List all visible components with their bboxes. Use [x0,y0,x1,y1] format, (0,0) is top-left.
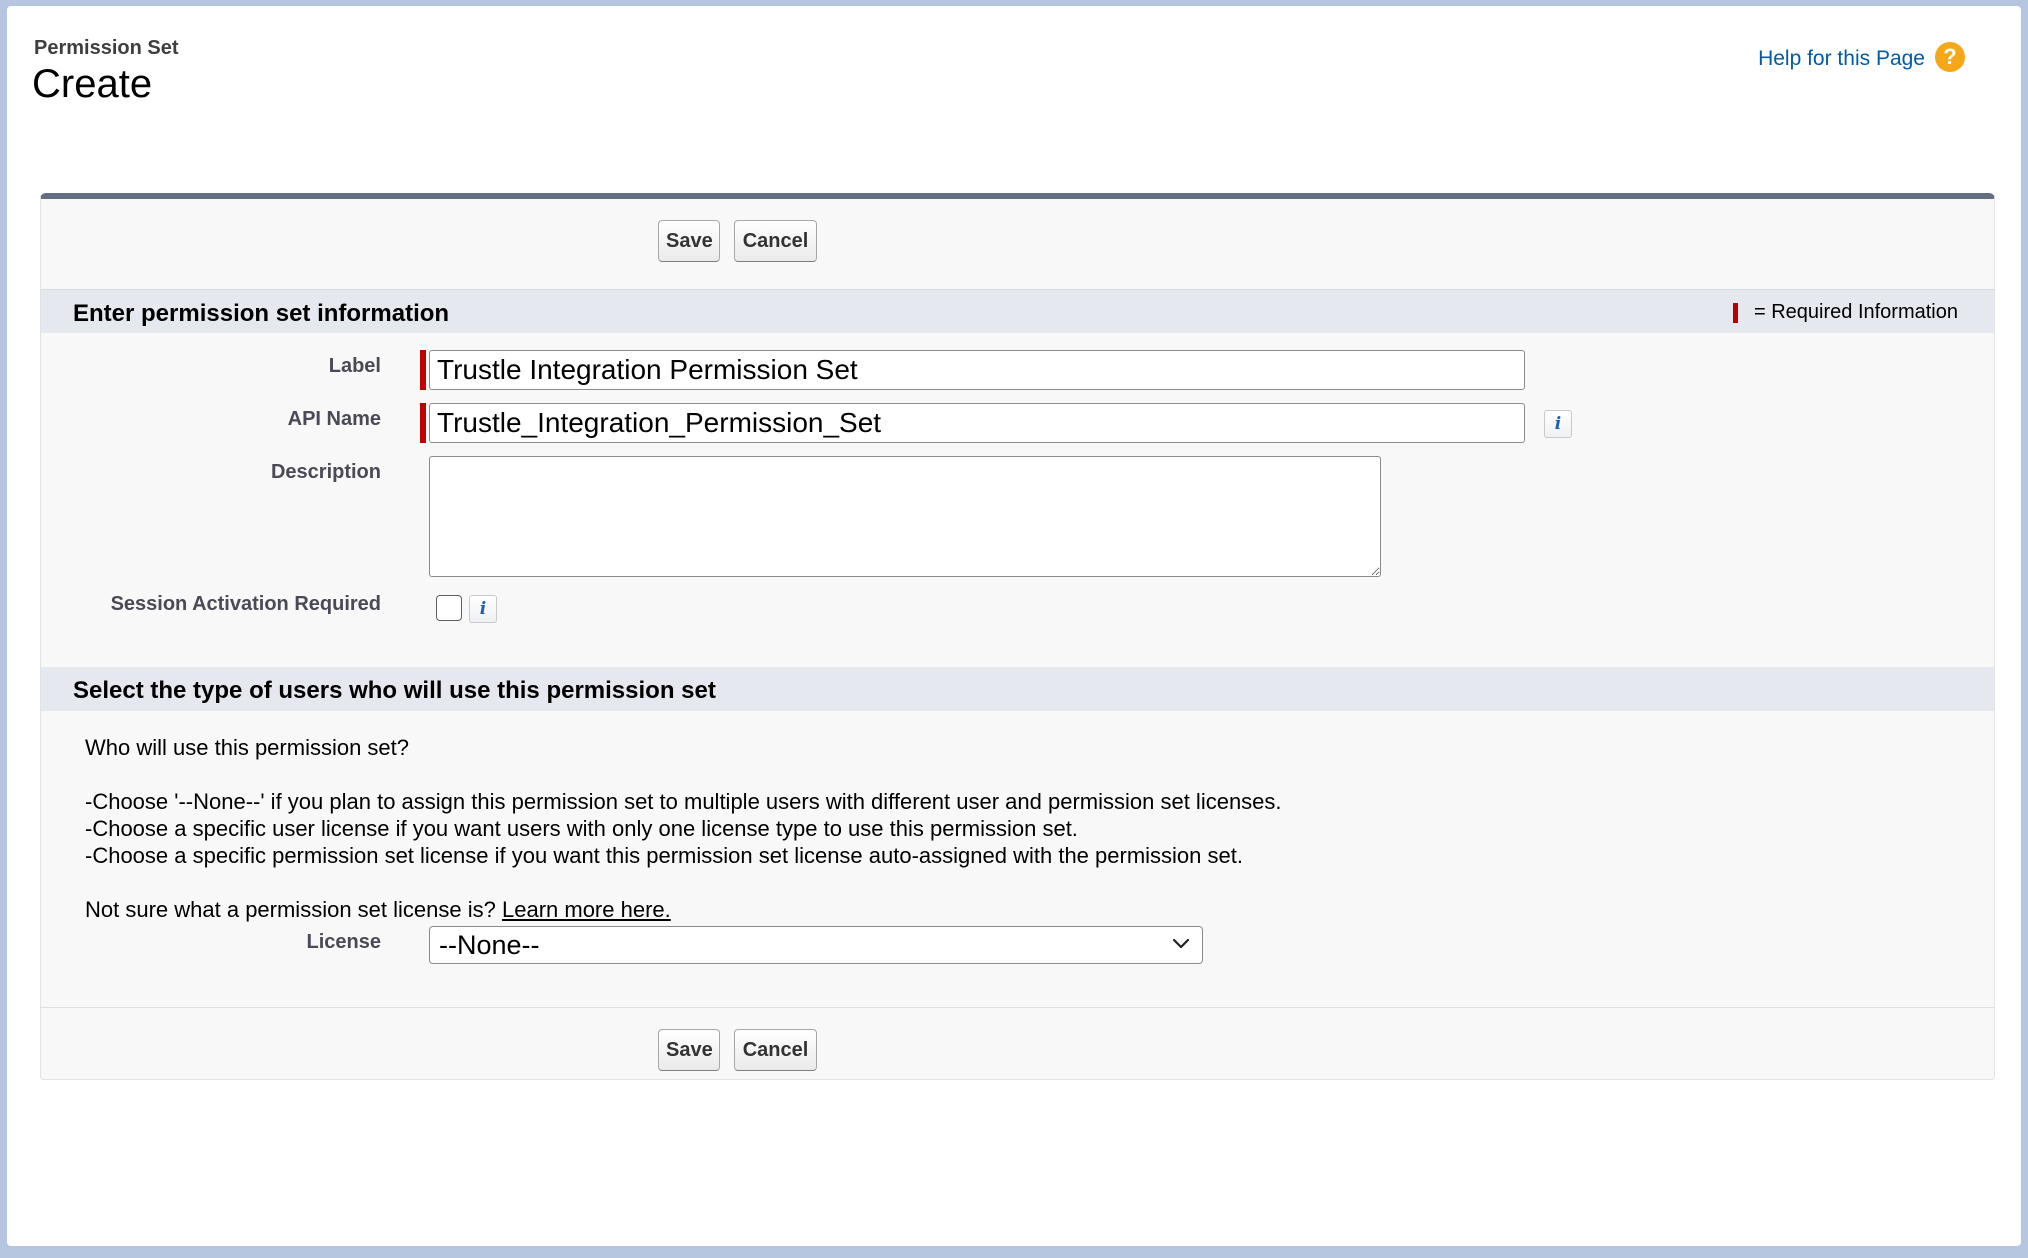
license-note: Not sure what a permission set license i… [85,896,671,923]
required-legend-text: = Required Information [1753,301,1958,323]
page-eyebrow: Permission Set [34,37,179,59]
license-select-value: --None-- [439,930,540,960]
session-activation-checkbox[interactable] [436,595,462,621]
description-textarea[interactable] [429,456,1381,577]
save-button-top[interactable]: Save [658,220,720,262]
required-marker-icon [1732,302,1738,323]
users-help-line-user-license: -Choose a specific user license if you w… [85,816,1078,841]
help-link-label: Help for this Page [1758,47,1925,70]
description-field-label: Description [270,461,381,483]
section-header-info: Enter permission set information = Requi… [41,289,1994,333]
session-activation-label: Session Activation Required [110,593,381,615]
required-legend: = Required Information [1732,301,1958,324]
permission-set-form: Save Cancel Enter permission set informa… [40,193,1995,1080]
required-marker-label [420,350,426,390]
session-activation-info-icon[interactable]: i [469,595,497,623]
help-for-this-page-link[interactable]: Help for this Page ? [1758,42,1965,72]
label-input[interactable] [429,350,1525,390]
required-marker-api-name [420,403,426,443]
api-name-info-icon[interactable]: i [1544,410,1572,438]
footer-divider [41,1007,1994,1008]
learn-more-link[interactable]: Learn more here. [502,897,671,922]
license-field-label: License [306,931,381,953]
save-button-bottom[interactable]: Save [658,1029,720,1071]
page-title: Create [32,62,153,106]
license-select[interactable]: --None-- [429,926,1203,964]
chevron-down-icon [1172,938,1190,949]
users-question: Who will use this permission set? [85,735,410,760]
api-name-input[interactable] [429,403,1525,443]
label-field-label: Label [328,355,381,377]
users-help-line-permission-set-license: -Choose a specific permission set licens… [85,843,1243,868]
section-header-users: Select the type of users who will use th… [41,667,1994,711]
cancel-button-top[interactable]: Cancel [734,220,817,262]
api-name-field-label: API Name [287,408,381,430]
section-title-users: Select the type of users who will use th… [73,677,716,704]
users-help-line-none: -Choose '--None--' if you plan to assign… [85,789,1282,814]
section-title-info: Enter permission set information [73,300,450,327]
license-note-text: Not sure what a permission set license i… [85,897,496,922]
page: Permission Set Create Help for this Page… [7,6,2021,1246]
cancel-button-bottom[interactable]: Cancel [734,1029,817,1071]
help-icon: ? [1935,42,1965,72]
